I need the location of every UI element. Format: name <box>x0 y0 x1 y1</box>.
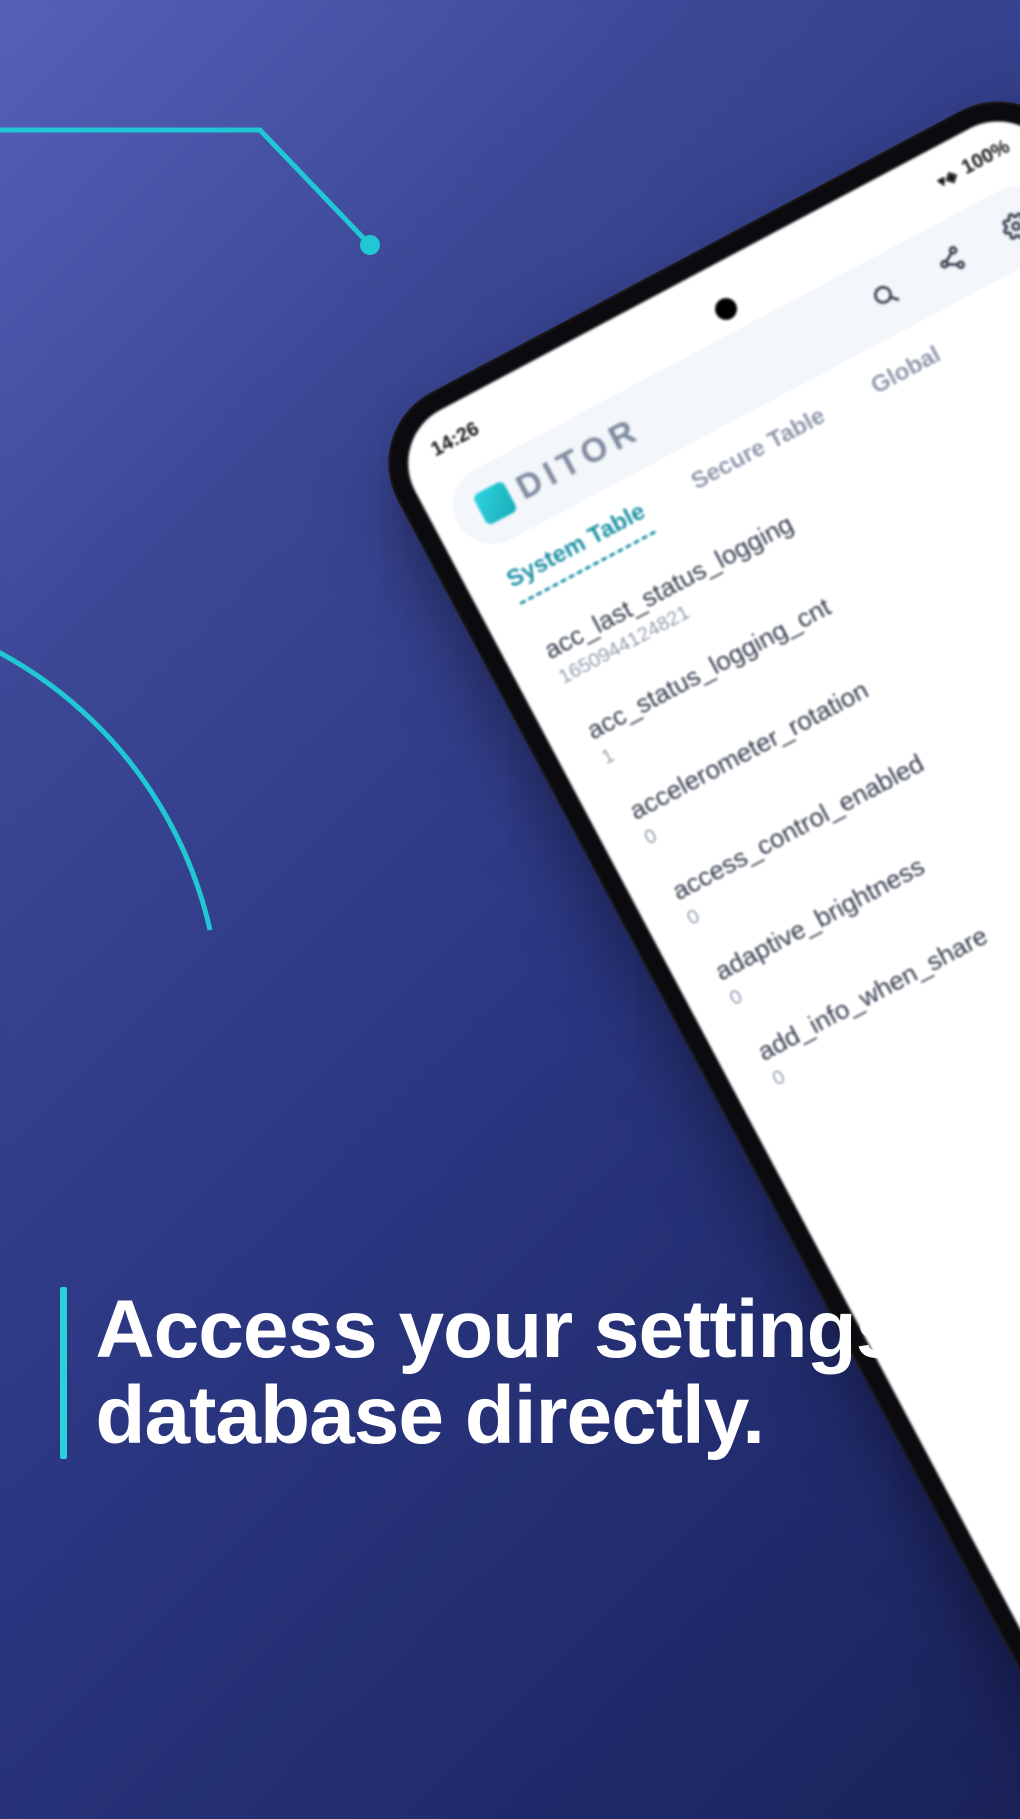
phone-mockup: 14:26 ▾◈ 100% DITOR <box>360 73 1020 1819</box>
phone-frame: 14:26 ▾◈ 100% DITOR <box>360 73 1020 1819</box>
accent-bar <box>60 1287 67 1459</box>
app-logo-icon <box>472 480 518 526</box>
status-battery: 100% <box>958 135 1014 179</box>
caption-text: Access your settings database directly. <box>95 1287 1020 1459</box>
gear-icon[interactable] <box>993 203 1020 249</box>
promo-caption: Access your settings database directly. <box>60 1287 1020 1459</box>
status-time: 14:26 <box>427 417 483 461</box>
phone-screen: 14:26 ▾◈ 100% DITOR <box>387 100 1020 1798</box>
search-icon[interactable] <box>862 273 908 319</box>
status-wifi-icon: ▾◈ <box>933 163 962 193</box>
share-icon[interactable] <box>928 238 974 284</box>
